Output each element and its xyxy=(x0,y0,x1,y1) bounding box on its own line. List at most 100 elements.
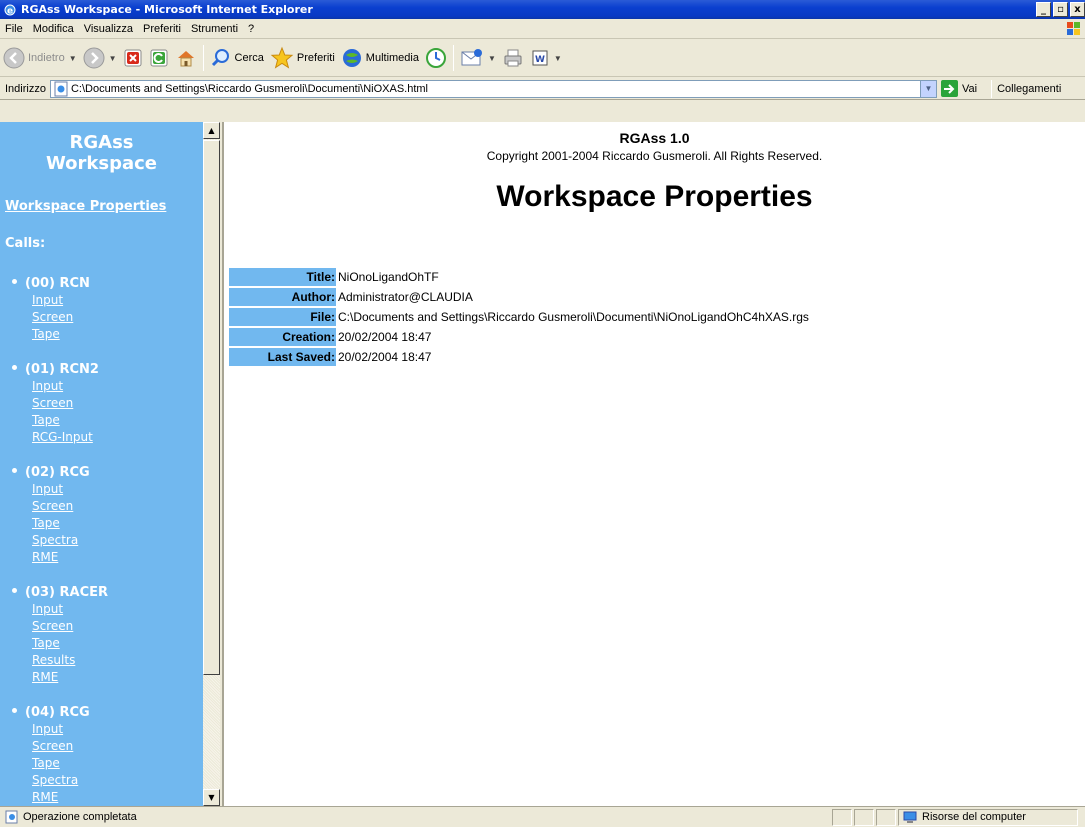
toolbar-separator xyxy=(452,45,454,71)
property-value: Administrator@CLAUDIA xyxy=(338,290,473,304)
workspace-properties-link[interactable]: Workspace Properties xyxy=(5,199,203,214)
call-link-screen[interactable]: Screen xyxy=(0,498,203,515)
calls-list: (00) RCN Input Screen Tape (01) RCN2 Inp… xyxy=(0,275,203,806)
go-arrow-icon xyxy=(940,80,958,97)
call-link-tape[interactable]: Tape xyxy=(0,515,203,532)
links-button[interactable]: Collegamenti xyxy=(997,83,1061,95)
zone-label: Risorse del computer xyxy=(922,811,1026,823)
toolbar: Indietro ▼ ▼ Cerca Preferiti Multimedia … xyxy=(0,40,1085,77)
bullet-icon xyxy=(12,588,17,593)
call-link-screen[interactable]: Screen xyxy=(0,309,203,326)
call-link-screen[interactable]: Screen xyxy=(0,395,203,412)
call-link-input[interactable]: Input xyxy=(0,378,203,395)
media-button[interactable]: Multimedia xyxy=(338,43,422,73)
refresh-button[interactable] xyxy=(146,43,172,73)
address-dropdown-icon[interactable]: ▼ xyxy=(919,80,936,97)
call-link-tape[interactable]: Tape xyxy=(0,326,203,343)
status-message: Operazione completata xyxy=(0,810,830,824)
status-bar: Operazione completata Risorse del comput… xyxy=(0,806,1085,827)
home-icon xyxy=(177,51,194,67)
call-link-spectra[interactable]: Spectra xyxy=(0,532,203,549)
call-link-spectra[interactable]: Spectra xyxy=(0,772,203,789)
call-link-tape[interactable]: Tape xyxy=(0,412,203,429)
copyright-text: Copyright 2001-2004 Riccardo Gusmeroli. … xyxy=(486,149,823,163)
calls-heading: Calls: xyxy=(5,236,46,251)
go-label: Vai xyxy=(961,82,978,95)
call-link-tape[interactable]: Tape xyxy=(0,755,203,772)
menu-file[interactable]: File xyxy=(0,23,28,35)
call-item: (03) RACER Input Screen Tape Results RME xyxy=(0,584,203,686)
call-link-tape[interactable]: Tape xyxy=(0,635,203,652)
address-url[interactable]: C:\Documents and Settings\Riccardo Gusme… xyxy=(71,83,428,95)
history-icon xyxy=(425,48,446,68)
mail-dropdown-icon[interactable]: ▼ xyxy=(488,54,496,63)
call-link-input[interactable]: Input xyxy=(0,721,203,738)
edit-dropdown-icon[interactable]: ▼ xyxy=(554,54,562,63)
call-link-rme[interactable]: RME xyxy=(0,789,203,806)
call-link-screen[interactable]: Screen xyxy=(0,618,203,635)
address-field[interactable]: C:\Documents and Settings\Riccardo Gusme… xyxy=(49,79,937,98)
property-key: Author: xyxy=(229,288,336,306)
call-label: (02) RCG xyxy=(25,465,90,480)
call-link-rme[interactable]: RME xyxy=(0,669,203,686)
property-value: C:\Documents and Settings\Riccardo Gusme… xyxy=(338,310,809,324)
maximize-button[interactable]: ▫ xyxy=(1053,2,1068,17)
status-pane xyxy=(832,808,852,826)
minimize-button[interactable]: _ xyxy=(1036,2,1051,17)
scroll-down-button[interactable]: ▼ xyxy=(203,789,220,806)
security-zone: Risorse del computer xyxy=(898,808,1078,826)
menu-modifica[interactable]: Modifica xyxy=(28,23,79,35)
status-pane xyxy=(854,808,874,826)
scroll-thumb[interactable] xyxy=(203,140,220,675)
history-button[interactable] xyxy=(422,43,450,73)
property-key: Last Saved: xyxy=(229,348,336,366)
page-title: Workspace Properties xyxy=(496,180,813,213)
favorites-button[interactable]: Preferiti xyxy=(267,43,338,73)
close-button[interactable]: x xyxy=(1070,2,1085,17)
call-label: (01) RCN2 xyxy=(25,362,99,377)
go-button[interactable]: Vai xyxy=(940,80,978,97)
bullet-icon xyxy=(12,468,17,473)
back-button[interactable]: Indietro ▼ xyxy=(0,43,80,73)
sidebar-brand-line1: RGAss xyxy=(69,132,134,153)
word-edit-icon: W xyxy=(532,50,548,66)
navigation-scrollbar[interactable]: ▲ ▼ xyxy=(203,122,220,806)
stop-button[interactable] xyxy=(120,43,146,73)
forward-dropdown-icon[interactable]: ▼ xyxy=(109,54,117,63)
bullet-icon xyxy=(12,365,17,370)
content-header: RGAss 1.0 Copyright 2001-2004 Riccardo G… xyxy=(224,130,1085,163)
search-button[interactable]: Cerca xyxy=(207,43,267,73)
menu-bar: File Modifica Visualizza Preferiti Strum… xyxy=(0,19,1085,39)
call-link-input[interactable]: Input xyxy=(0,601,203,618)
property-key: Title: xyxy=(229,268,336,286)
svg-text:e: e xyxy=(7,6,13,16)
toolbar-separator xyxy=(202,45,204,71)
status-pane xyxy=(876,808,896,826)
call-link-input[interactable]: Input xyxy=(0,292,203,309)
back-dropdown-icon[interactable]: ▼ xyxy=(69,54,77,63)
status-text: Operazione completata xyxy=(23,811,137,823)
menu-visualizza[interactable]: Visualizza xyxy=(79,23,138,35)
scroll-up-button[interactable]: ▲ xyxy=(203,122,220,139)
print-button[interactable] xyxy=(499,43,527,73)
call-link-rcg-input[interactable]: RCG-Input xyxy=(0,429,203,446)
property-value: 20/02/2004 18:47 xyxy=(338,330,432,344)
call-link-screen[interactable]: Screen xyxy=(0,738,203,755)
home-button[interactable] xyxy=(172,43,200,73)
edit-button[interactable]: W ▼ xyxy=(527,43,565,73)
call-link-results[interactable]: Results xyxy=(0,652,203,669)
sidebar-brand: RGAss Workspace xyxy=(0,132,203,174)
table-row: File: C:\Documents and Settings\Riccardo… xyxy=(229,308,811,326)
sidebar-brand-line2: Workspace xyxy=(45,153,158,174)
forward-button[interactable]: ▼ xyxy=(80,43,120,73)
menu-preferiti[interactable]: Preferiti xyxy=(138,23,186,35)
mail-button[interactable]: ▼ xyxy=(457,43,499,73)
property-key: Creation: xyxy=(229,328,336,346)
table-row: Creation: 20/02/2004 18:47 xyxy=(229,328,811,346)
browser-window: e RGAss Workspace - Microsoft Internet E… xyxy=(0,0,1085,827)
media-label: Multimedia xyxy=(365,52,419,64)
call-link-input[interactable]: Input xyxy=(0,481,203,498)
menu-help[interactable]: ? xyxy=(243,23,259,35)
call-link-rme[interactable]: RME xyxy=(0,549,203,566)
menu-strumenti[interactable]: Strumenti xyxy=(186,23,243,35)
